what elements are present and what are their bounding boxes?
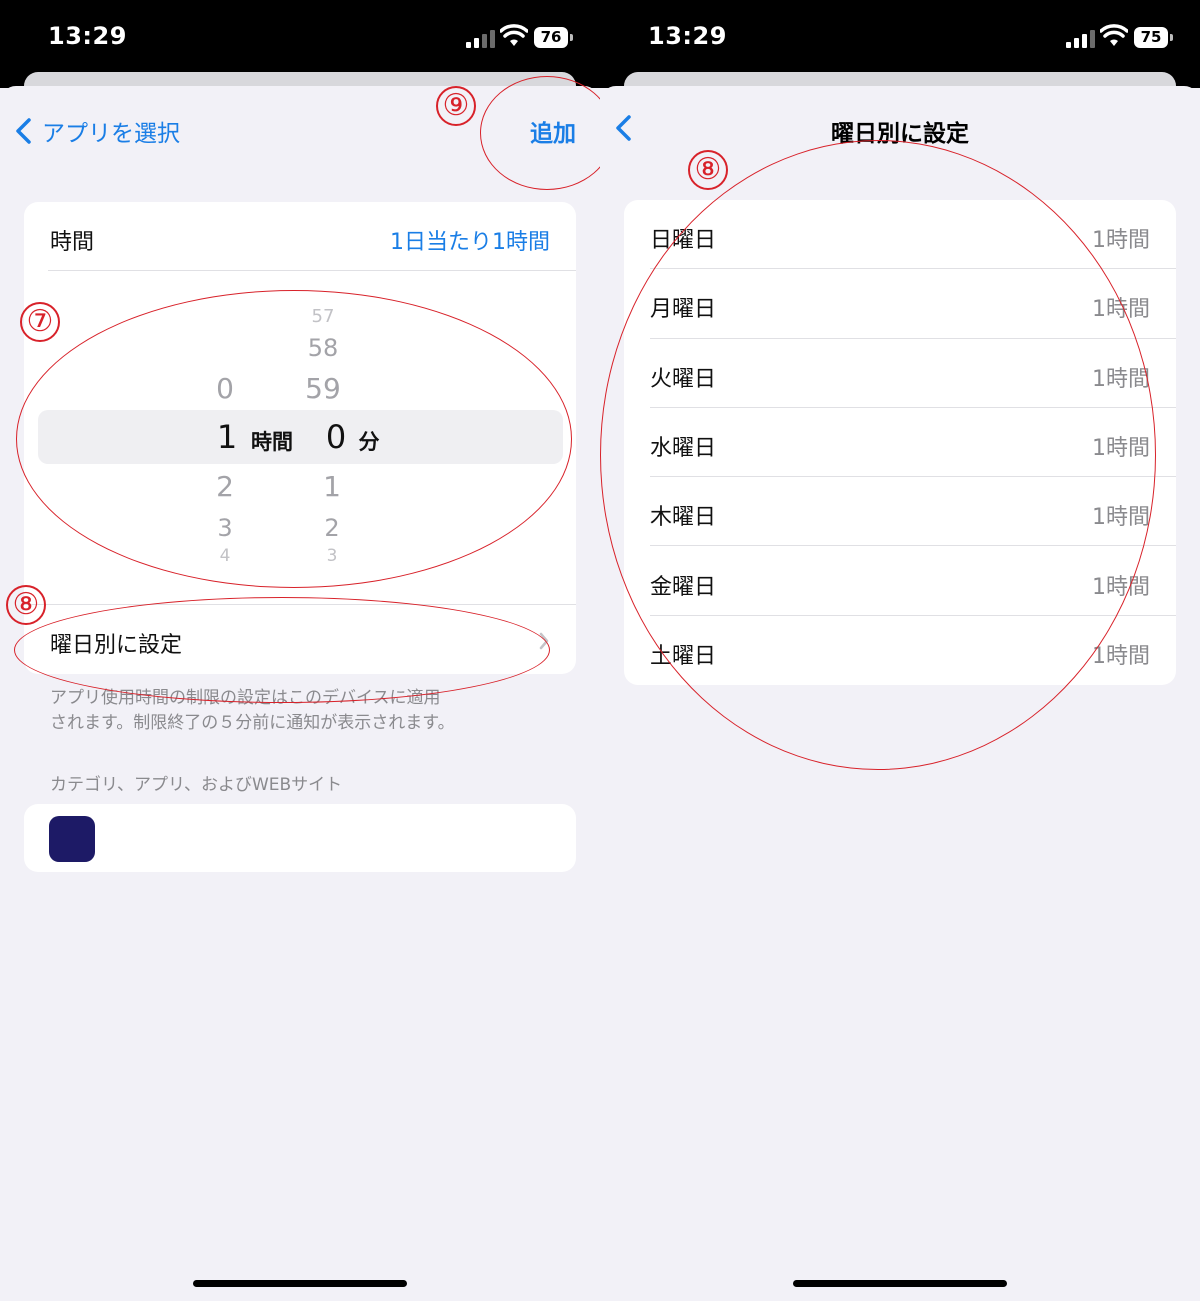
back-button[interactable]: アプリを選択 (14, 114, 180, 148)
home-indicator[interactable] (193, 1280, 407, 1287)
hour-option[interactable]: 3 (203, 514, 247, 542)
annotation-number-9: ⑨ (436, 86, 476, 126)
hour-option[interactable]: 2 (203, 470, 247, 503)
cellular-signal-icon (466, 30, 495, 48)
weekday-row[interactable]: 金曜日 1時間 (624, 547, 1176, 616)
minute-option[interactable]: 58 (283, 334, 363, 362)
minute-option[interactable]: 3 (312, 546, 352, 566)
weekday-value: 1時間 (1092, 435, 1150, 461)
section-header: カテゴリ、アプリ、およびWEBサイト (50, 775, 343, 795)
weekday-value: 1時間 (1092, 505, 1150, 531)
minute-unit: 分 (358, 430, 380, 454)
divider (48, 270, 576, 271)
footnote-line: されます。制限終了の５分前に通知が表示されます。 (50, 713, 455, 733)
annotation-number-8: ⑧ (688, 150, 728, 190)
hour-selected[interactable]: 1 (205, 418, 249, 456)
chevron-left-icon (16, 118, 31, 144)
cellular-signal-icon (1066, 30, 1095, 48)
minute-option[interactable]: 59 (283, 372, 363, 405)
weekday-row[interactable]: 火曜日 1時間 (624, 339, 1176, 408)
time-row-label: 時間 (50, 230, 95, 255)
page-title: 曜日別に設定 (831, 121, 969, 147)
weekday-label: 水曜日 (650, 435, 717, 461)
picker-selection-band (38, 410, 563, 464)
app-list-card[interactable] (24, 804, 576, 872)
weekday-value: 1時間 (1092, 228, 1150, 253)
status-time: 13:29 (648, 22, 727, 50)
weekday-value: 1時間 (1092, 366, 1150, 392)
weekday-setting-label: 曜日別に設定 (50, 633, 183, 658)
add-button[interactable]: 追加 (530, 114, 576, 148)
weekday-value: 1時間 (1092, 297, 1150, 323)
status-time: 13:29 (48, 22, 127, 50)
weekday-row[interactable]: 土曜日 1時間 (624, 616, 1176, 685)
app-icon (49, 816, 95, 862)
weekday-row[interactable]: 水曜日 1時間 (624, 408, 1176, 478)
hour-unit: 時間 (251, 430, 293, 454)
minute-selected[interactable]: 0 (316, 418, 356, 456)
footnote-line: アプリ使用時間の制限の設定はこのデバイスに適用 (50, 688, 441, 708)
back-label: アプリを選択 (42, 121, 180, 147)
wifi-icon (1100, 24, 1128, 46)
minute-option[interactable]: 2 (312, 514, 352, 542)
weekday-value: 1時間 (1092, 574, 1150, 600)
minute-option[interactable]: 1 (312, 470, 352, 503)
weekday-label: 金曜日 (650, 574, 717, 600)
weekday-label: 火曜日 (650, 366, 717, 392)
wifi-icon (500, 24, 528, 46)
weekday-row[interactable]: 月曜日 1時間 (624, 269, 1176, 339)
battery-icon: 76 (534, 27, 573, 48)
weekday-label: 日曜日 (650, 228, 717, 253)
right-screen: 13:29 75 曜日別に設定 日曜日 1時間 月曜日 1時間 火曜日 1時間 水曜日 1時間… (600, 0, 1200, 1301)
hour-option[interactable]: 0 (203, 372, 247, 405)
annotation-number-8: ⑧ (6, 585, 46, 625)
hour-option[interactable]: 4 (203, 546, 247, 566)
weekday-value: 1時間 (1092, 643, 1150, 669)
minute-option[interactable]: 57 (283, 306, 363, 327)
time-row-value[interactable]: 1日当たり1時間 (390, 224, 550, 256)
annotation-number-7: ⑦ (20, 302, 60, 342)
weekday-label: 木曜日 (650, 505, 717, 531)
weekday-label: 土曜日 (650, 643, 717, 669)
weekday-label: 月曜日 (650, 297, 717, 323)
weekday-row[interactable]: 日曜日 1時間 (624, 200, 1176, 270)
battery-icon: 75 (1134, 27, 1173, 48)
left-screen: 13:29 76 アプリを選択 追加 時間 1日当たり1時間 57 58 0 5… (0, 0, 600, 1301)
weekday-setting-row[interactable]: 曜日別に設定 (24, 605, 576, 673)
chevron-right-icon (539, 632, 549, 650)
home-indicator[interactable] (793, 1280, 1007, 1287)
weekday-row[interactable]: 木曜日 1時間 (624, 477, 1176, 547)
